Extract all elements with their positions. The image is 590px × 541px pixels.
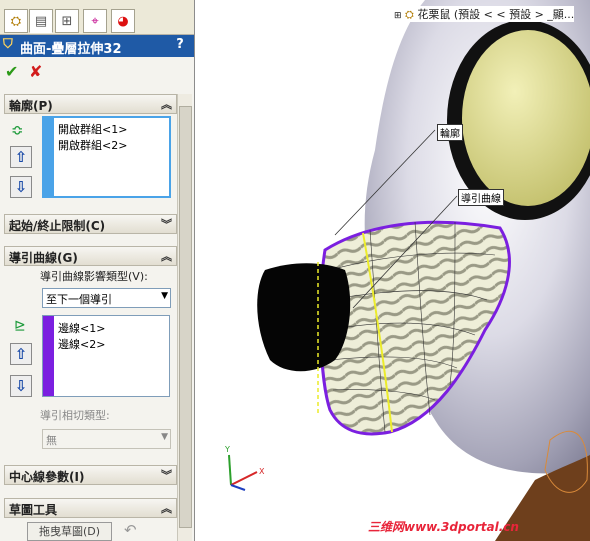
centerline-section-header[interactable]: 中心線參數(I) ︾ bbox=[4, 465, 177, 485]
color-wheel-icon: ◕ bbox=[117, 13, 129, 29]
arrow-up-icon: ⇧ bbox=[14, 345, 28, 363]
graphics-area[interactable]: Y X ⊞ ⛭ 花栗鼠 (預設 < < 預設 > _顯... 輪廓 導引曲線 三… bbox=[195, 0, 590, 541]
list-item[interactable]: 邊線<1> bbox=[58, 320, 105, 336]
feature-tree-icon: ⛭ bbox=[10, 13, 22, 29]
expand-icon[interactable]: ︾ bbox=[161, 216, 172, 232]
influence-type-select[interactable]: 至下一個導引 ▼ bbox=[42, 288, 171, 308]
scrollbar-thumb[interactable] bbox=[179, 106, 192, 528]
collapse-icon[interactable]: ︽ bbox=[161, 500, 172, 516]
start-end-section-header[interactable]: 起始/終止限制(C) ︾ bbox=[4, 214, 177, 234]
cross-icon: ✘ bbox=[29, 62, 43, 81]
axis-triad: Y X bbox=[224, 445, 265, 491]
list-item[interactable]: 開啟群組<1> bbox=[58, 121, 127, 137]
centerline-title: 中心線參數(I) bbox=[9, 470, 85, 484]
property-manager-tab[interactable]: ▤ bbox=[29, 9, 53, 33]
part-icon: ⛭ bbox=[405, 8, 414, 21]
feature-tree-root[interactable]: ⊞ ⛭ 花栗鼠 (預設 < < 預設 > _顯... bbox=[394, 6, 575, 22]
config-icon: ⊞ bbox=[61, 13, 73, 29]
move-up-button[interactable]: ⇧ bbox=[10, 343, 32, 365]
watermark: 三维网www.3dportal.cn bbox=[368, 520, 519, 534]
feature-title: 曲面-疊層拉伸32 bbox=[20, 42, 122, 57]
guide-section-header[interactable]: 導引曲線(G) ︽ bbox=[4, 246, 177, 266]
tangency-type-select[interactable]: 無 ▼ bbox=[42, 429, 171, 449]
profile-section-title: 輪廓(P) bbox=[9, 99, 53, 113]
display-manager-tab[interactable]: ◕ bbox=[111, 9, 135, 33]
collapse-icon[interactable]: ︽ bbox=[161, 248, 172, 264]
drag-sketch-button[interactable]: 拖曳草圖(D) bbox=[27, 522, 112, 541]
influence-type-label: 導引曲線影響類型(V): bbox=[40, 270, 148, 283]
move-down-button[interactable]: ⇩ bbox=[10, 176, 32, 198]
move-down-button[interactable]: ⇩ bbox=[10, 375, 32, 397]
svg-text:Y: Y bbox=[224, 445, 230, 454]
nose[interactable] bbox=[257, 263, 351, 372]
list-item[interactable]: 開啟群組<2> bbox=[58, 137, 127, 153]
help-button[interactable]: ? bbox=[171, 37, 189, 54]
sketch-tools-title: 草圖工具 bbox=[9, 503, 58, 517]
profile-icon: ≎ bbox=[11, 121, 24, 139]
arrow-down-icon: ⇩ bbox=[14, 178, 28, 196]
tangency-type-label: 導引相切類型: bbox=[40, 409, 110, 422]
svg-text:X: X bbox=[259, 467, 265, 476]
undo-icon[interactable]: ↶ bbox=[124, 521, 137, 539]
guide-curve-callout[interactable]: 導引曲線 bbox=[458, 189, 504, 206]
guide-curve-list[interactable]: 邊線<1> 邊線<2> bbox=[42, 315, 170, 397]
arrow-down-icon: ⇩ bbox=[14, 377, 28, 395]
profile-section-header[interactable]: 輪廓(P) ︽ bbox=[4, 94, 177, 114]
configuration-manager-tab[interactable]: ⊞ bbox=[55, 9, 79, 33]
selection-color-bar bbox=[43, 316, 54, 396]
eye[interactable] bbox=[462, 30, 590, 206]
ok-button[interactable]: ✔ bbox=[5, 62, 18, 81]
selection-color-bar bbox=[44, 118, 54, 196]
expand-icon[interactable]: ⊞ bbox=[394, 11, 402, 21]
feature-manager-tab[interactable]: ⛭ bbox=[4, 9, 28, 33]
profile-list[interactable]: 開啟群組<1> 開啟群組<2> bbox=[42, 116, 171, 198]
collapse-icon[interactable]: ︽ bbox=[161, 96, 172, 112]
influence-type-value: 至下一個導引 bbox=[46, 293, 112, 306]
chevron-down-icon: ▼ bbox=[161, 432, 168, 442]
list-item[interactable]: 邊線<2> bbox=[58, 336, 105, 352]
panel-scrollbar[interactable] bbox=[177, 94, 192, 541]
start-end-title: 起始/終止限制(C) bbox=[9, 219, 106, 233]
manager-tabs: ⛭ ▤ ⊞ ⌖ ◕ bbox=[0, 0, 194, 35]
chevron-down-icon: ▼ bbox=[161, 291, 168, 301]
guide-curve-icon: ⊵ bbox=[14, 318, 26, 334]
profile-callout[interactable]: 輪廓 bbox=[437, 124, 463, 141]
property-manager: ⛭ ▤ ⊞ ⌖ ◕ ⛉ 曲面-疊層拉伸32 ? ✔ ✘ 輪廓(P) ︽ ≎ ⇧ … bbox=[0, 0, 195, 541]
property-icon: ▤ bbox=[34, 13, 48, 29]
crosshair-icon: ⌖ bbox=[91, 13, 99, 29]
tangency-type-value: 無 bbox=[46, 434, 57, 447]
loft-surface-icon: ⛉ bbox=[3, 37, 13, 52]
dimxpert-tab[interactable]: ⌖ bbox=[83, 9, 107, 33]
guide-section-title: 導引曲線(G) bbox=[9, 251, 78, 265]
check-icon: ✔ bbox=[5, 62, 19, 81]
expand-icon[interactable]: ︾ bbox=[161, 467, 172, 483]
move-up-button[interactable]: ⇧ bbox=[10, 146, 32, 168]
arrow-up-icon: ⇧ bbox=[14, 148, 28, 166]
part-name: 花栗鼠 (預設 < < 預設 > _顯... bbox=[417, 8, 575, 21]
feature-titlebar: ⛉ 曲面-疊層拉伸32 ? bbox=[0, 35, 194, 57]
model-view: Y X bbox=[224, 0, 590, 541]
cancel-button[interactable]: ✘ bbox=[29, 62, 42, 81]
sketch-tools-section-header[interactable]: 草圖工具 ︽ bbox=[4, 498, 177, 518]
